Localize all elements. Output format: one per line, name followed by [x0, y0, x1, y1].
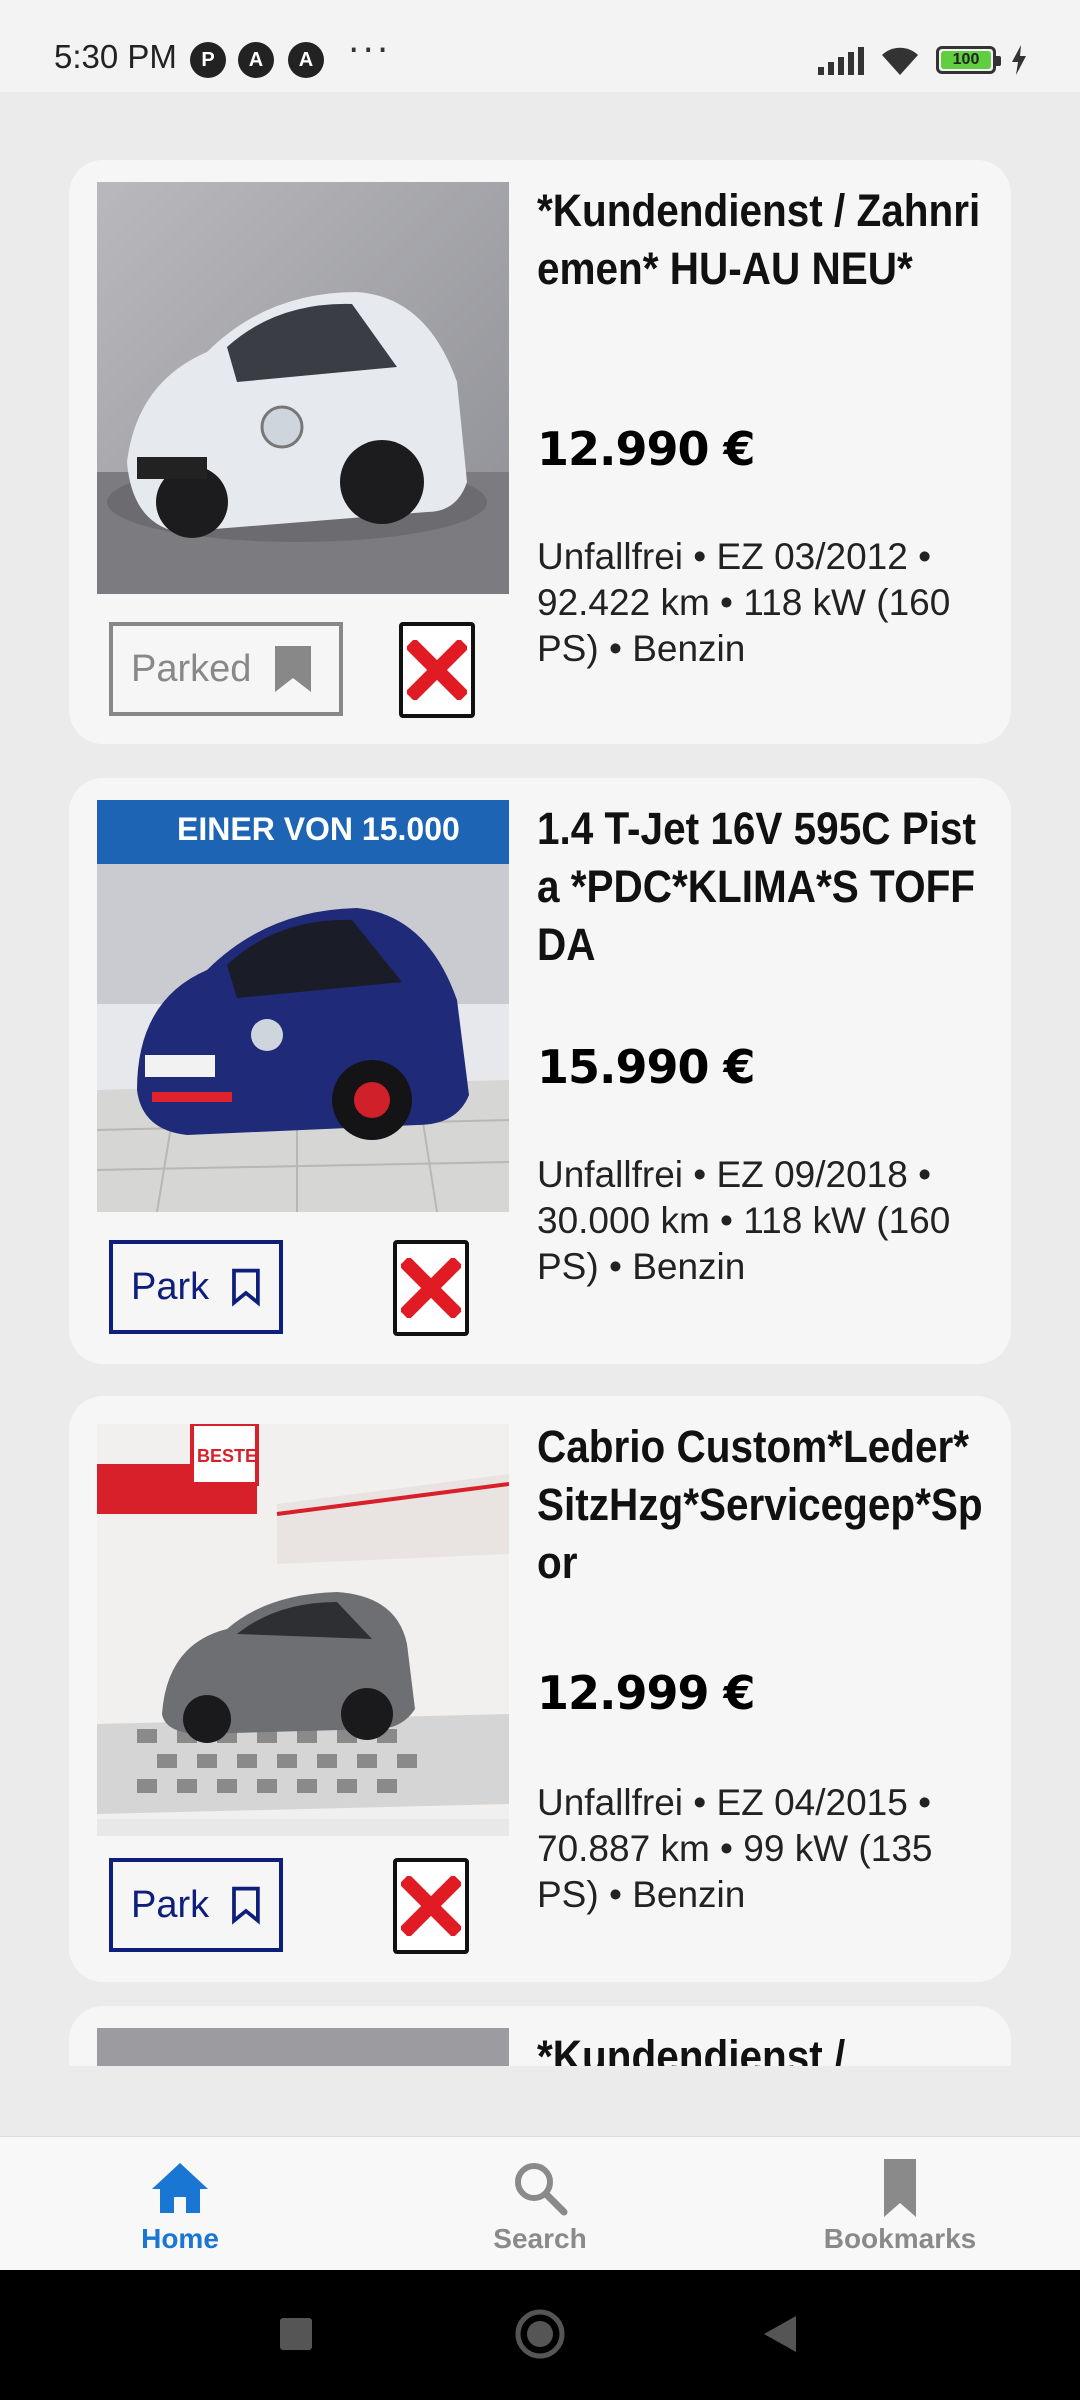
listing-title: *Kundendienst / Zahnriemen* HU-AU NEU*: [537, 185, 981, 294]
park-button-label: Park: [131, 1265, 210, 1308]
listing-details: Unfallfrei • EZ 09/2018 • 30.000 km • 11…: [537, 1154, 951, 1287]
listing-card[interactable]: *Kundendienst /: [69, 2006, 1011, 2066]
listing-price: 12.990 €: [537, 422, 756, 476]
park-button-label: Park: [131, 1883, 210, 1926]
bookmark-filled-icon: [275, 646, 312, 692]
listing-list[interactable]: *Kundendienst / Zahnriemen* HU-AU NEU* 1…: [0, 92, 1080, 2066]
nav-bookmarks-label: Bookmarks: [823, 2223, 977, 2254]
recent-apps-icon[interactable]: [278, 2316, 314, 2352]
car-photo[interactable]: EINER VON 15.000: [97, 800, 509, 1212]
listing-title: 1.4 T-Jet 16V 595C Pista *PDC*KLIMA*S TO…: [537, 803, 977, 970]
wifi-icon: [882, 47, 918, 75]
car-photo[interactable]: [97, 182, 509, 594]
listing-card[interactable]: BESTE Cabrio Custom*Leder*SitzHzg*Servic…: [69, 1396, 1011, 1982]
park-button[interactable]: Park: [109, 1858, 283, 1952]
search-icon: [515, 2163, 568, 2216]
charging-icon: [1012, 45, 1026, 75]
listing-details: Unfallfrei • EZ 03/2012 • 92.422 km • 11…: [537, 536, 951, 669]
battery-icon: 100: [936, 46, 1001, 74]
signal-icon: [818, 45, 864, 75]
nav-home[interactable]: Home: [80, 2137, 280, 2271]
parked-button[interactable]: Parked: [109, 622, 343, 716]
remove-button[interactable]: [393, 1858, 469, 1954]
listing-title: *Kundendienst /: [537, 2031, 846, 2066]
bookmark-outline-icon: [232, 1886, 260, 1925]
close-icon: [401, 1258, 461, 1318]
listing-card[interactable]: EINER VON 15.000 1.4 T-Jet 16V 595C Pist…: [69, 778, 1011, 1364]
listing-card[interactable]: *Kundendienst / Zahnriemen* HU-AU NEU* 1…: [69, 160, 1011, 744]
nav-search-label: Search: [493, 2223, 587, 2254]
nav-home-label: Home: [141, 2223, 219, 2254]
close-icon: [401, 1876, 461, 1936]
bottom-navigation: Home Search Bookmarks: [0, 2136, 1080, 2270]
remove-button[interactable]: [399, 622, 475, 718]
back-icon[interactable]: [760, 2314, 800, 2354]
listing-price: 12.999 €: [537, 1666, 756, 1720]
park-button[interactable]: Park: [109, 1240, 283, 1334]
car-photo[interactable]: [97, 2028, 509, 2066]
more-notifications-icon: ···: [348, 30, 392, 71]
system-navigation-bar: [0, 2270, 1080, 2400]
bookmark-outline-icon: [232, 1268, 260, 1307]
notification-app-icon: A: [288, 42, 324, 78]
listing-price: 15.990 €: [537, 1040, 756, 1094]
photo-banner-text: BESTE: [197, 1446, 257, 1466]
listing-details: Unfallfrei • EZ 04/2015 • 70.887 km • 99…: [537, 1782, 933, 1915]
nav-search[interactable]: Search: [440, 2137, 640, 2271]
close-icon: [407, 640, 467, 700]
park-button-label: Parked: [131, 647, 252, 690]
remove-button[interactable]: [393, 1240, 469, 1336]
bookmark-icon: [884, 2159, 916, 2217]
home-circle-icon[interactable]: [514, 2308, 566, 2360]
status-bar: 5:30 PM P A A ··· 100: [0, 0, 1080, 92]
car-photo[interactable]: BESTE: [97, 1424, 509, 1836]
photo-banner-text: EINER VON 15.000: [177, 811, 460, 847]
home-icon: [152, 2163, 208, 2213]
notification-app-icon: P: [190, 42, 226, 78]
listing-title: Cabrio Custom*Leder*SitzHzg*Servicegep*S…: [537, 1421, 983, 1588]
status-time: 5:30 PM: [54, 38, 177, 75]
battery-level: 100: [941, 51, 991, 69]
notification-app-icon: A: [238, 42, 274, 78]
nav-bookmarks[interactable]: Bookmarks: [800, 2137, 1000, 2271]
